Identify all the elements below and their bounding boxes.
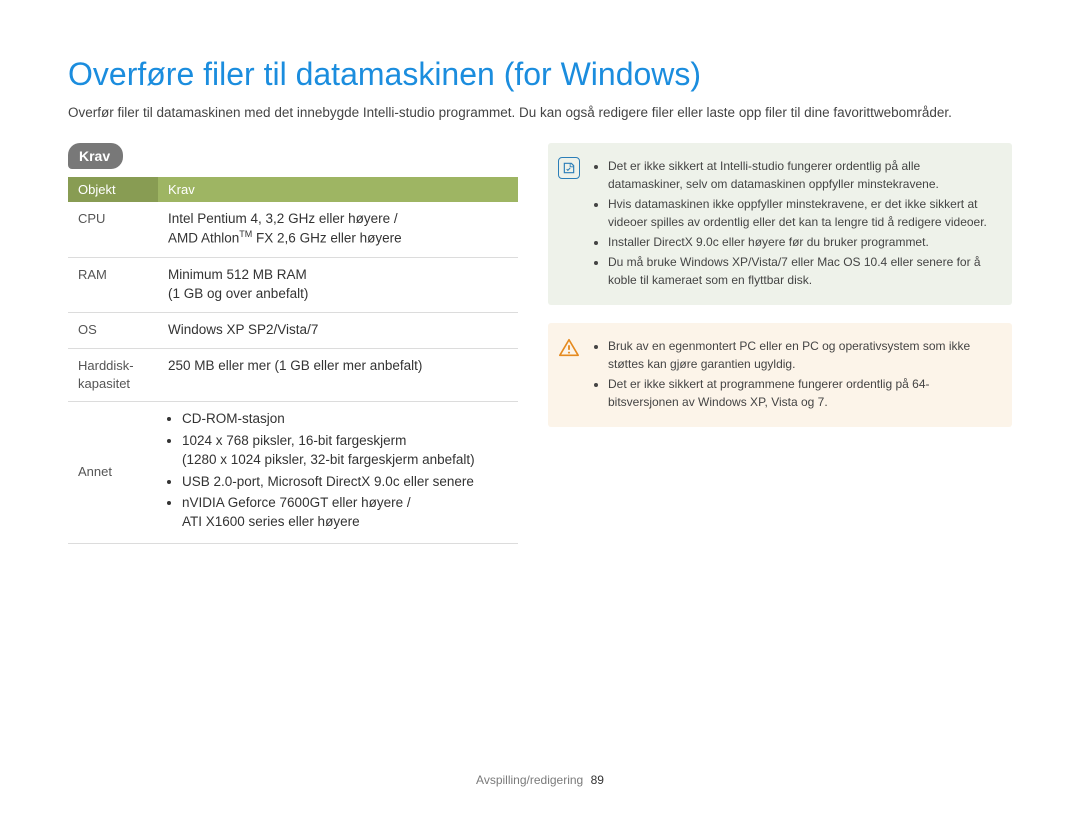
cell-label: CPU — [68, 202, 158, 258]
table-row: CPU Intel Pentium 4, 3,2 GHz eller høyer… — [68, 202, 518, 258]
list-item: Hvis datamaskinen ikke oppfyller minstek… — [608, 195, 998, 231]
left-column: Krav Objekt Krav CPU Intel Pentium 4, 3,… — [68, 143, 518, 545]
text: AMD Athlon — [168, 231, 239, 246]
right-column: Det er ikke sikkert at Intelli-studio fu… — [548, 143, 1012, 427]
list-item: Installer DirectX 9.0c eller høyere før … — [608, 233, 998, 251]
cell-value: 250 MB eller mer (1 GB eller mer anbefal… — [158, 348, 518, 401]
cell-value: Minimum 512 MB RAM (1 GB og over anbefal… — [158, 257, 518, 312]
table-row: RAM Minimum 512 MB RAM (1 GB og over anb… — [68, 257, 518, 312]
text: Minimum 512 MB RAM — [168, 267, 307, 282]
cell-label: RAM — [68, 257, 158, 312]
list-item: Det er ikke sikkert at programmene funge… — [608, 375, 998, 411]
list-item: USB 2.0-port, Microsoft DirectX 9.0c ell… — [182, 473, 508, 492]
th-objekt: Objekt — [68, 177, 158, 202]
list-item: 1024 x 768 piksler, 16-bit fargeskjerm (… — [182, 432, 508, 470]
section-badge-krav: Krav — [68, 143, 123, 169]
table-row: OS Windows XP SP2/Vista/7 — [68, 312, 518, 348]
list-item: Bruk av en egenmontert PC eller en PC og… — [608, 337, 998, 373]
cell-value: Intel Pentium 4, 3,2 GHz eller høyere / … — [158, 202, 518, 258]
footer-section: Avspilling/redigering — [476, 773, 583, 787]
trademark: TM — [239, 229, 252, 239]
intro-text: Overfør filer til datamaskinen med det i… — [68, 103, 1012, 123]
cell-value: Windows XP SP2/Vista/7 — [158, 312, 518, 348]
info-callout: Det er ikke sikkert at Intelli-studio fu… — [548, 143, 1012, 305]
list-item: CD-ROM-stasjon — [182, 410, 508, 429]
cell-label: Annet — [68, 401, 158, 543]
warning-callout: Bruk av en egenmontert PC eller en PC og… — [548, 323, 1012, 427]
text: Harddisk- — [78, 358, 134, 373]
note-icon — [558, 157, 580, 179]
text: nVIDIA Geforce 7600GT eller høyere / — [182, 495, 411, 510]
text: ATI X1600 series eller høyere — [182, 514, 360, 529]
text: kapasitet — [78, 376, 130, 391]
page-title: Overføre filer til datamaskinen (for Win… — [68, 56, 1012, 93]
warning-icon — [558, 337, 580, 359]
page-footer: Avspilling/redigering 89 — [0, 773, 1080, 787]
page-number: 89 — [591, 773, 604, 787]
text: 1024 x 768 piksler, 16-bit fargeskjerm — [182, 433, 406, 448]
requirements-table: Objekt Krav CPU Intel Pentium 4, 3,2 GHz… — [68, 177, 518, 545]
list-item: Det er ikke sikkert at Intelli-studio fu… — [608, 157, 998, 193]
cell-label: Harddisk- kapasitet — [68, 348, 158, 401]
cell-value: CD-ROM-stasjon 1024 x 768 piksler, 16-bi… — [158, 401, 518, 543]
table-row: Harddisk- kapasitet 250 MB eller mer (1 … — [68, 348, 518, 401]
text: (1280 x 1024 piksler, 32-bit fargeskjerm… — [182, 452, 475, 467]
text: (1 GB og over anbefalt) — [168, 286, 308, 301]
cell-label: OS — [68, 312, 158, 348]
text: FX 2,6 GHz eller høyere — [252, 231, 401, 246]
list-item: nVIDIA Geforce 7600GT eller høyere / ATI… — [182, 494, 508, 532]
th-krav: Krav — [158, 177, 518, 202]
table-row: Annet CD-ROM-stasjon 1024 x 768 piksler,… — [68, 401, 518, 543]
list-item: Du må bruke Windows XP/Vista/7 eller Mac… — [608, 253, 998, 289]
text: Intel Pentium 4, 3,2 GHz eller høyere / — [168, 211, 398, 226]
